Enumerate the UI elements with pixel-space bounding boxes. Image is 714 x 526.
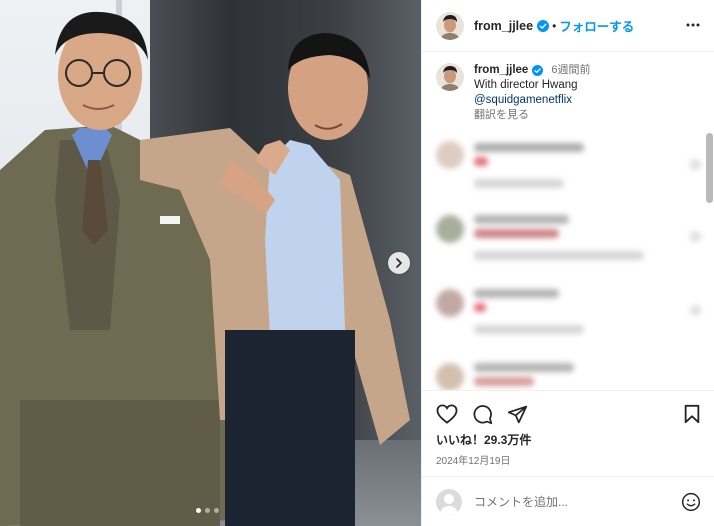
header-separator: • <box>552 18 557 33</box>
caption-mention-link[interactable]: @squidgamenetflix <box>474 93 590 108</box>
carousel-dot <box>214 508 219 513</box>
blurred-comment <box>422 353 714 390</box>
carousel-indicator <box>196 508 219 513</box>
bookmark-icon[interactable] <box>683 404 701 424</box>
avatar-image <box>436 63 464 91</box>
blurred-comment <box>422 205 714 279</box>
caption-author-avatar[interactable] <box>436 63 464 91</box>
post-date[interactable]: 2024年12月19日 <box>422 448 714 467</box>
author-avatar[interactable] <box>436 11 464 40</box>
smile-icon[interactable] <box>681 492 701 512</box>
share-icon[interactable] <box>507 404 528 425</box>
more-horizontal-icon[interactable] <box>685 17 701 38</box>
carousel-dot <box>205 508 210 513</box>
comment-input[interactable] <box>474 494 681 509</box>
author-username[interactable]: from_jjlee <box>474 19 533 33</box>
avatar-image <box>436 11 464 40</box>
likes-count[interactable]: いいね！29.3万件 <box>422 427 714 448</box>
blurred-comment <box>422 279 714 353</box>
post-caption: from_jjlee 6週間前 With director Hwang @squ… <box>422 53 714 123</box>
caption-timestamp[interactable]: 6週間前 <box>551 63 590 78</box>
follow-button[interactable]: フォローする <box>559 16 634 35</box>
verified-badge-icon <box>532 65 544 76</box>
current-user-avatar <box>436 488 462 515</box>
post-side-panel: from_jjlee • フォローする from_jjlee 6週間前 With… <box>421 0 714 526</box>
comment-composer <box>422 476 714 526</box>
comment-icon[interactable] <box>472 404 493 425</box>
caption-username[interactable]: from_jjlee <box>474 63 528 78</box>
caption-body: from_jjlee 6週間前 With director Hwang @squ… <box>474 63 590 123</box>
user-silhouette-icon <box>440 493 458 515</box>
verified-badge-icon <box>537 19 550 32</box>
heart-icon[interactable] <box>436 404 458 424</box>
carousel-next-button[interactable] <box>388 252 410 274</box>
person-right-figure <box>140 33 410 526</box>
post-actions: いいね！29.3万件 2024年12月19日 <box>422 390 714 468</box>
carousel-dot-active <box>196 508 201 513</box>
blurred-comment <box>422 131 714 205</box>
post-header: from_jjlee • フォローする <box>422 0 714 52</box>
comments-section[interactable]: from_jjlee 6週間前 With director Hwang @squ… <box>422 53 714 390</box>
post-photo[interactable] <box>0 0 421 526</box>
chevron-right-icon <box>396 258 402 268</box>
caption-text: With director Hwang <box>474 79 578 91</box>
comments-scrollbar[interactable] <box>706 133 713 203</box>
translate-link[interactable]: 翻訳を見る <box>474 108 590 123</box>
